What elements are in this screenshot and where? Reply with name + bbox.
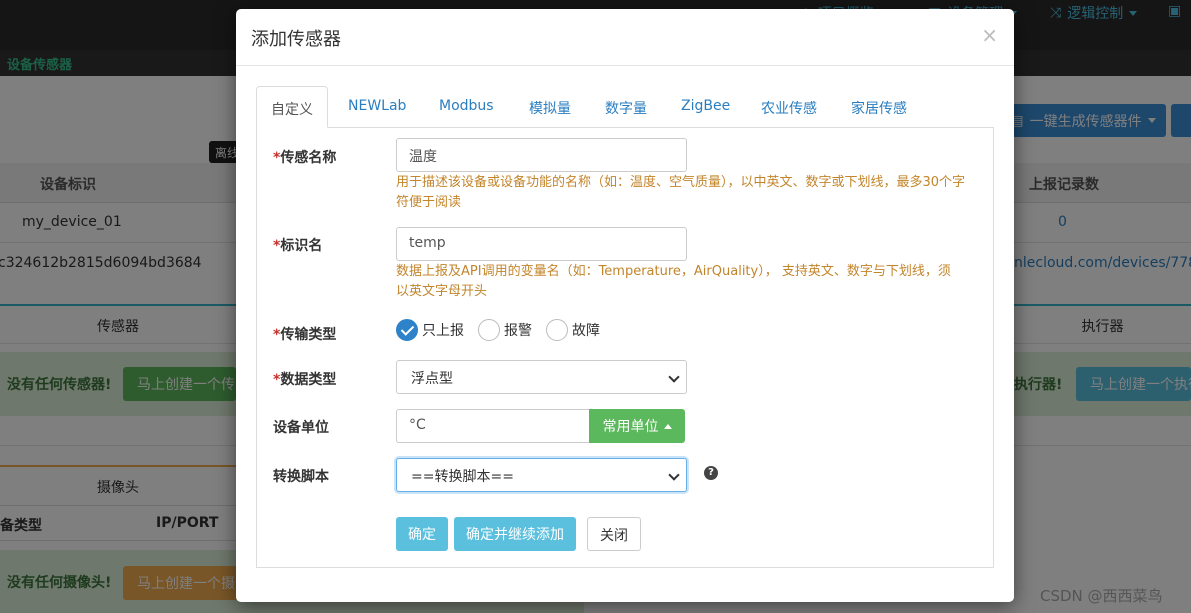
identifier-label: *标识名 bbox=[273, 238, 323, 254]
data-type-select[interactable]: 浮点型 bbox=[396, 360, 687, 394]
identifier-input[interactable]: temp bbox=[396, 227, 687, 261]
radio-report-only[interactable]: 只上报 bbox=[396, 319, 464, 341]
sensor-name-input[interactable]: 温度 bbox=[396, 138, 687, 172]
unit-label: 设备单位 bbox=[273, 420, 329, 436]
custom-sensor-form: *传感名称 温度 用于描述该设备或设备功能的名称（如：温度、空气质量），以中英文… bbox=[256, 127, 994, 568]
sensor-name-label: *传感名称 bbox=[273, 150, 337, 166]
tab-newlab[interactable]: NEWLab bbox=[348, 86, 406, 128]
identifier-help: 数据上报及API调用的变量名（如：Temperature，AirQuality）… bbox=[396, 264, 951, 299]
data-type-label: *数据类型 bbox=[273, 372, 337, 388]
sensor-name-help: 用于描述该设备或设备功能的名称（如：温度、空气质量），以中英文、数字或下划线，最… bbox=[396, 175, 966, 210]
transfer-type-label: *传输类型 bbox=[273, 327, 337, 343]
caret-up-icon bbox=[663, 423, 672, 429]
chevron-down-icon bbox=[668, 371, 680, 383]
tab-zigbee[interactable]: ZigBee bbox=[681, 86, 730, 128]
add-sensor-modal: 添加传感器 × 自定义 NEWLab Modbus 模拟量 数字量 ZigBee… bbox=[236, 9, 1014, 602]
unit-input[interactable]: °C bbox=[396, 409, 589, 443]
radio-unchecked-icon bbox=[478, 319, 500, 341]
watermark: CSDN @西西菜鸟 bbox=[1040, 587, 1163, 605]
question-icon[interactable]: ? bbox=[704, 466, 718, 480]
confirm-continue-button[interactable]: 确定并继续添加 bbox=[454, 517, 576, 551]
radio-alarm[interactable]: 报警 bbox=[478, 319, 532, 341]
radio-checked-icon bbox=[396, 319, 418, 341]
radio-unchecked-icon bbox=[546, 319, 568, 341]
tab-agriculture[interactable]: 农业传感 bbox=[761, 86, 817, 128]
close-icon[interactable]: × bbox=[981, 23, 998, 47]
modal-header: 添加传感器 × bbox=[236, 9, 1014, 66]
chevron-down-icon bbox=[668, 469, 680, 481]
tab-custom[interactable]: 自定义 bbox=[256, 86, 328, 128]
script-select[interactable]: ==转换脚本== bbox=[396, 458, 687, 492]
sensor-type-tabs: 自定义 NEWLab Modbus 模拟量 数字量 ZigBee 农业传感 家居… bbox=[256, 86, 993, 128]
radio-fault[interactable]: 故障 bbox=[546, 319, 600, 341]
modal-title: 添加传感器 bbox=[251, 29, 341, 50]
confirm-button[interactable]: 确定 bbox=[396, 517, 448, 551]
tab-home[interactable]: 家居传感 bbox=[851, 86, 907, 128]
transfer-type-radios: 只上报 报警 故障 bbox=[396, 319, 614, 341]
script-label: 转换脚本 bbox=[273, 469, 329, 485]
common-units-button[interactable]: 常用单位 bbox=[589, 409, 685, 443]
tab-digital[interactable]: 数字量 bbox=[605, 86, 647, 128]
tab-modbus[interactable]: Modbus bbox=[439, 86, 494, 128]
tab-analog[interactable]: 模拟量 bbox=[529, 86, 571, 128]
close-button[interactable]: 关闭 bbox=[587, 517, 641, 551]
